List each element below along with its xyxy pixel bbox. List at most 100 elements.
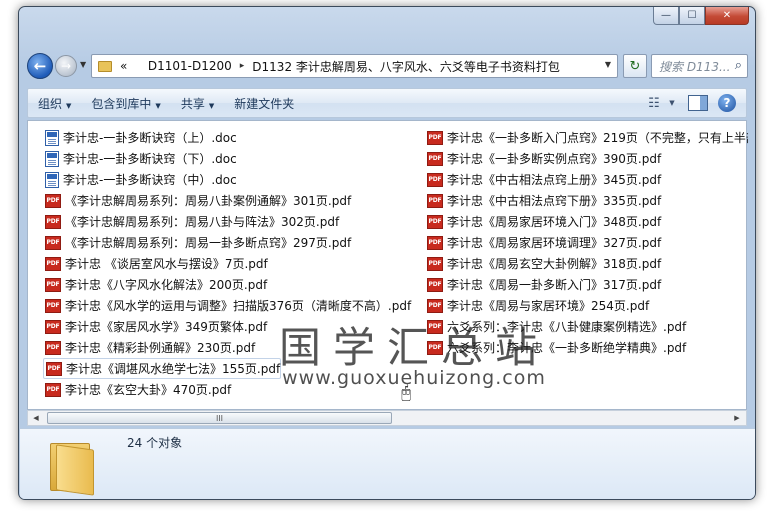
command-bar-right: ☷ ▼ ? — [642, 92, 742, 114]
preview-pane-icon[interactable] — [688, 95, 708, 111]
pdf-file-icon: PDF — [45, 340, 61, 355]
file-name: 李计忠《玄空大卦》470页.pdf — [65, 383, 232, 397]
navigation-row: ← → ▼ « ▸ D1101-D1200 ▸ D1132 李计忠解周易、八字风… — [27, 51, 748, 81]
folder-icon — [98, 60, 112, 72]
object-count: 24 个对象 — [127, 436, 183, 450]
organize-menu[interactable]: 组织 ▼ — [28, 95, 81, 112]
pdf-file-icon: PDF — [427, 235, 443, 250]
file-name: 《李计忠解周易系列：周易八卦案例通解》301页.pdf — [65, 194, 352, 208]
view-options-icon[interactable]: ☷ — [642, 92, 666, 114]
file-item[interactable]: 李计忠-一卦多断诀窍（下）.doc — [43, 148, 423, 169]
file-item[interactable]: PDF 六爻系列：李计忠《八卦健康案例精选》.pdf — [425, 316, 748, 337]
file-item[interactable]: PDF 李计忠《八字风水化解法》200页.pdf — [43, 274, 423, 295]
file-name: 李计忠《中古相法点窍上册》345页.pdf — [447, 173, 662, 187]
file-item[interactable]: PDF 李计忠《家居风水学》349页繁体.pdf — [43, 316, 423, 337]
file-item[interactable]: PDF 李计忠《玄空大卦》470页.pdf — [43, 379, 423, 400]
file-name: 六爻系列：李计忠《一卦多断绝学精典》.pdf — [447, 341, 687, 355]
pdf-file-icon: PDF — [45, 235, 61, 250]
scrollbar-thumb[interactable]: III — [47, 412, 392, 424]
menu-label: 共享 — [180, 96, 205, 111]
file-column-left: 李计忠-一卦多断诀窍（上）.doc 李计忠-一卦多断诀窍（下）.doc 李计忠-一卦… — [43, 127, 423, 400]
file-item[interactable]: PDF 李计忠《一卦多断入门点窍》219页（不完整，只有上半部 — [425, 127, 748, 148]
breadcrumb-item[interactable]: D1101-D1200 — [148, 59, 232, 73]
pdf-file-icon: PDF — [427, 193, 443, 208]
caret-down-icon: ▼ — [66, 101, 72, 110]
scroll-left-icon[interactable]: ◀ — [28, 411, 44, 425]
chevron-right-icon[interactable]: ▸ — [240, 61, 245, 71]
search-placeholder: 搜索 D113... — [659, 59, 731, 74]
history-dropdown-icon[interactable]: ▼ — [80, 60, 86, 69]
scroll-right-icon[interactable]: ▶ — [729, 411, 745, 425]
file-item[interactable]: 李计忠-一卦多断诀窍（上）.doc — [43, 127, 423, 148]
file-item[interactable]: PDF 李计忠《风水学的运用与调整》扫描版376页（清晰度不高）.pdf — [43, 295, 423, 316]
file-item[interactable]: PDF 李计忠《周易家居环境入门》348页.pdf — [425, 211, 748, 232]
search-icon[interactable]: ⌕ — [735, 58, 742, 73]
grip-icon: III — [215, 413, 224, 423]
file-item[interactable]: PDF 李计忠《周易与家居环境》254页.pdf — [425, 295, 748, 316]
pdf-file-icon: PDF — [427, 298, 443, 313]
file-name: 李计忠《周易家居环境入门》348页.pdf — [447, 215, 662, 229]
horizontal-scrollbar[interactable]: ◀ III ▶ — [27, 410, 747, 426]
pdf-file-icon: PDF — [45, 193, 61, 208]
pdf-file-icon: PDF — [45, 298, 61, 313]
file-name: 李计忠《精彩卦例通解》230页.pdf — [65, 341, 256, 355]
file-item[interactable]: PDF 《李计忠解周易系列：周易八卦案例通解》301页.pdf — [43, 190, 423, 211]
file-name: 李计忠-一卦多断诀窍（下）.doc — [63, 152, 237, 166]
file-item[interactable]: PDF 李计忠 《谈居室风水与摆设》7页.pdf — [43, 253, 423, 274]
caption-buttons: — ☐ ✕ — [653, 7, 749, 25]
file-item[interactable]: PDF 李计忠《精彩卦例通解》230页.pdf — [43, 337, 423, 358]
view-caret-icon[interactable]: ▼ — [666, 92, 678, 114]
forward-button[interactable]: → — [55, 55, 77, 77]
menu-label: 组织 — [38, 96, 63, 111]
breadcrumb-overflow[interactable]: « — [120, 59, 127, 73]
search-input[interactable]: 搜索 D113... ⌕ — [651, 54, 748, 78]
file-item[interactable]: PDF 李计忠《中古相法点窍下册》335页.pdf — [425, 190, 748, 211]
pdf-file-icon: PDF — [427, 340, 443, 355]
command-bar: 组织 ▼ 包含到库中 ▼ 共享 ▼ 新建文件夹 ☷ ▼ ? — [27, 88, 747, 118]
pdf-file-icon: PDF — [427, 172, 443, 187]
file-item[interactable]: PDF 《李计忠解周易系列：周易一卦多断点窍》297页.pdf — [43, 232, 423, 253]
address-dropdown-icon[interactable]: ▼ — [605, 60, 611, 69]
file-name: 《李计忠解周易系列：周易八卦与阵法》302页.pdf — [65, 215, 340, 229]
file-name: 李计忠《家居风水学》349页繁体.pdf — [65, 320, 268, 334]
file-item[interactable]: PDF 李计忠《中古相法点窍上册》345页.pdf — [425, 169, 748, 190]
minimize-button[interactable]: — — [653, 7, 679, 25]
file-item[interactable]: 李计忠-一卦多断诀窍（中）.doc — [43, 169, 423, 190]
back-button[interactable]: ← — [27, 53, 53, 79]
file-item[interactable]: PDF 六爻系列：李计忠《一卦多断绝学精典》.pdf — [425, 337, 748, 358]
address-bar[interactable]: « ▸ D1101-D1200 ▸ D1132 李计忠解周易、八字风水、六爻等电… — [91, 54, 618, 78]
file-item[interactable]: PDF 《李计忠解周易系列：周易八卦与阵法》302页.pdf — [43, 211, 423, 232]
new-folder-button[interactable]: 新建文件夹 — [224, 95, 304, 112]
file-name: 李计忠《周易玄空大卦例解》318页.pdf — [447, 257, 662, 271]
file-item-selected[interactable]: PDF 李计忠《调堪风水绝学七法》155页.pdf — [43, 358, 281, 379]
pdf-file-icon: PDF — [427, 256, 443, 271]
share-menu[interactable]: 共享 ▼ — [171, 95, 224, 112]
folder-icon — [50, 437, 102, 496]
breadcrumb-item-current[interactable]: D1132 李计忠解周易、八字风水、六爻等电子书资料打包 — [252, 58, 560, 75]
word-document-icon — [45, 171, 59, 188]
word-document-icon — [45, 150, 59, 167]
file-name: 李计忠《一卦多断入门点窍》219页（不完整，只有上半部 — [447, 131, 748, 145]
pdf-file-icon: PDF — [45, 319, 61, 334]
details-pane: 24 个对象 — [20, 428, 755, 499]
maximize-button[interactable]: ☐ — [679, 7, 705, 25]
file-name: 李计忠《一卦多断实例点窍》390页.pdf — [447, 152, 662, 166]
word-document-icon — [45, 129, 59, 146]
help-icon[interactable]: ? — [718, 94, 736, 112]
close-button[interactable]: ✕ — [705, 7, 749, 25]
file-name: 李计忠《周易家居环境调理》327页.pdf — [447, 236, 662, 250]
include-in-library-menu[interactable]: 包含到库中 ▼ — [81, 95, 170, 112]
pdf-file-icon: PDF — [427, 130, 443, 145]
refresh-button[interactable]: ↻ — [623, 54, 647, 78]
file-name: 李计忠《调堪风水绝学七法》155页.pdf — [66, 362, 281, 376]
file-item[interactable]: PDF 李计忠《周易玄空大卦例解》318页.pdf — [425, 253, 748, 274]
file-name: 李计忠《中古相法点窍下册》335页.pdf — [447, 194, 662, 208]
file-item[interactable]: PDF 李计忠《周易一卦多断入门》317页.pdf — [425, 274, 748, 295]
file-name: 李计忠《周易一卦多断入门》317页.pdf — [447, 278, 662, 292]
pdf-file-icon: PDF — [427, 319, 443, 334]
file-item[interactable]: PDF 李计忠《一卦多断实例点窍》390页.pdf — [425, 148, 748, 169]
pdf-file-icon: PDF — [427, 214, 443, 229]
file-item[interactable]: PDF 李计忠《周易家居环境调理》327页.pdf — [425, 232, 748, 253]
pdf-file-icon: PDF — [427, 151, 443, 166]
file-name: 李计忠《风水学的运用与调整》扫描版376页（清晰度不高）.pdf — [65, 299, 412, 313]
